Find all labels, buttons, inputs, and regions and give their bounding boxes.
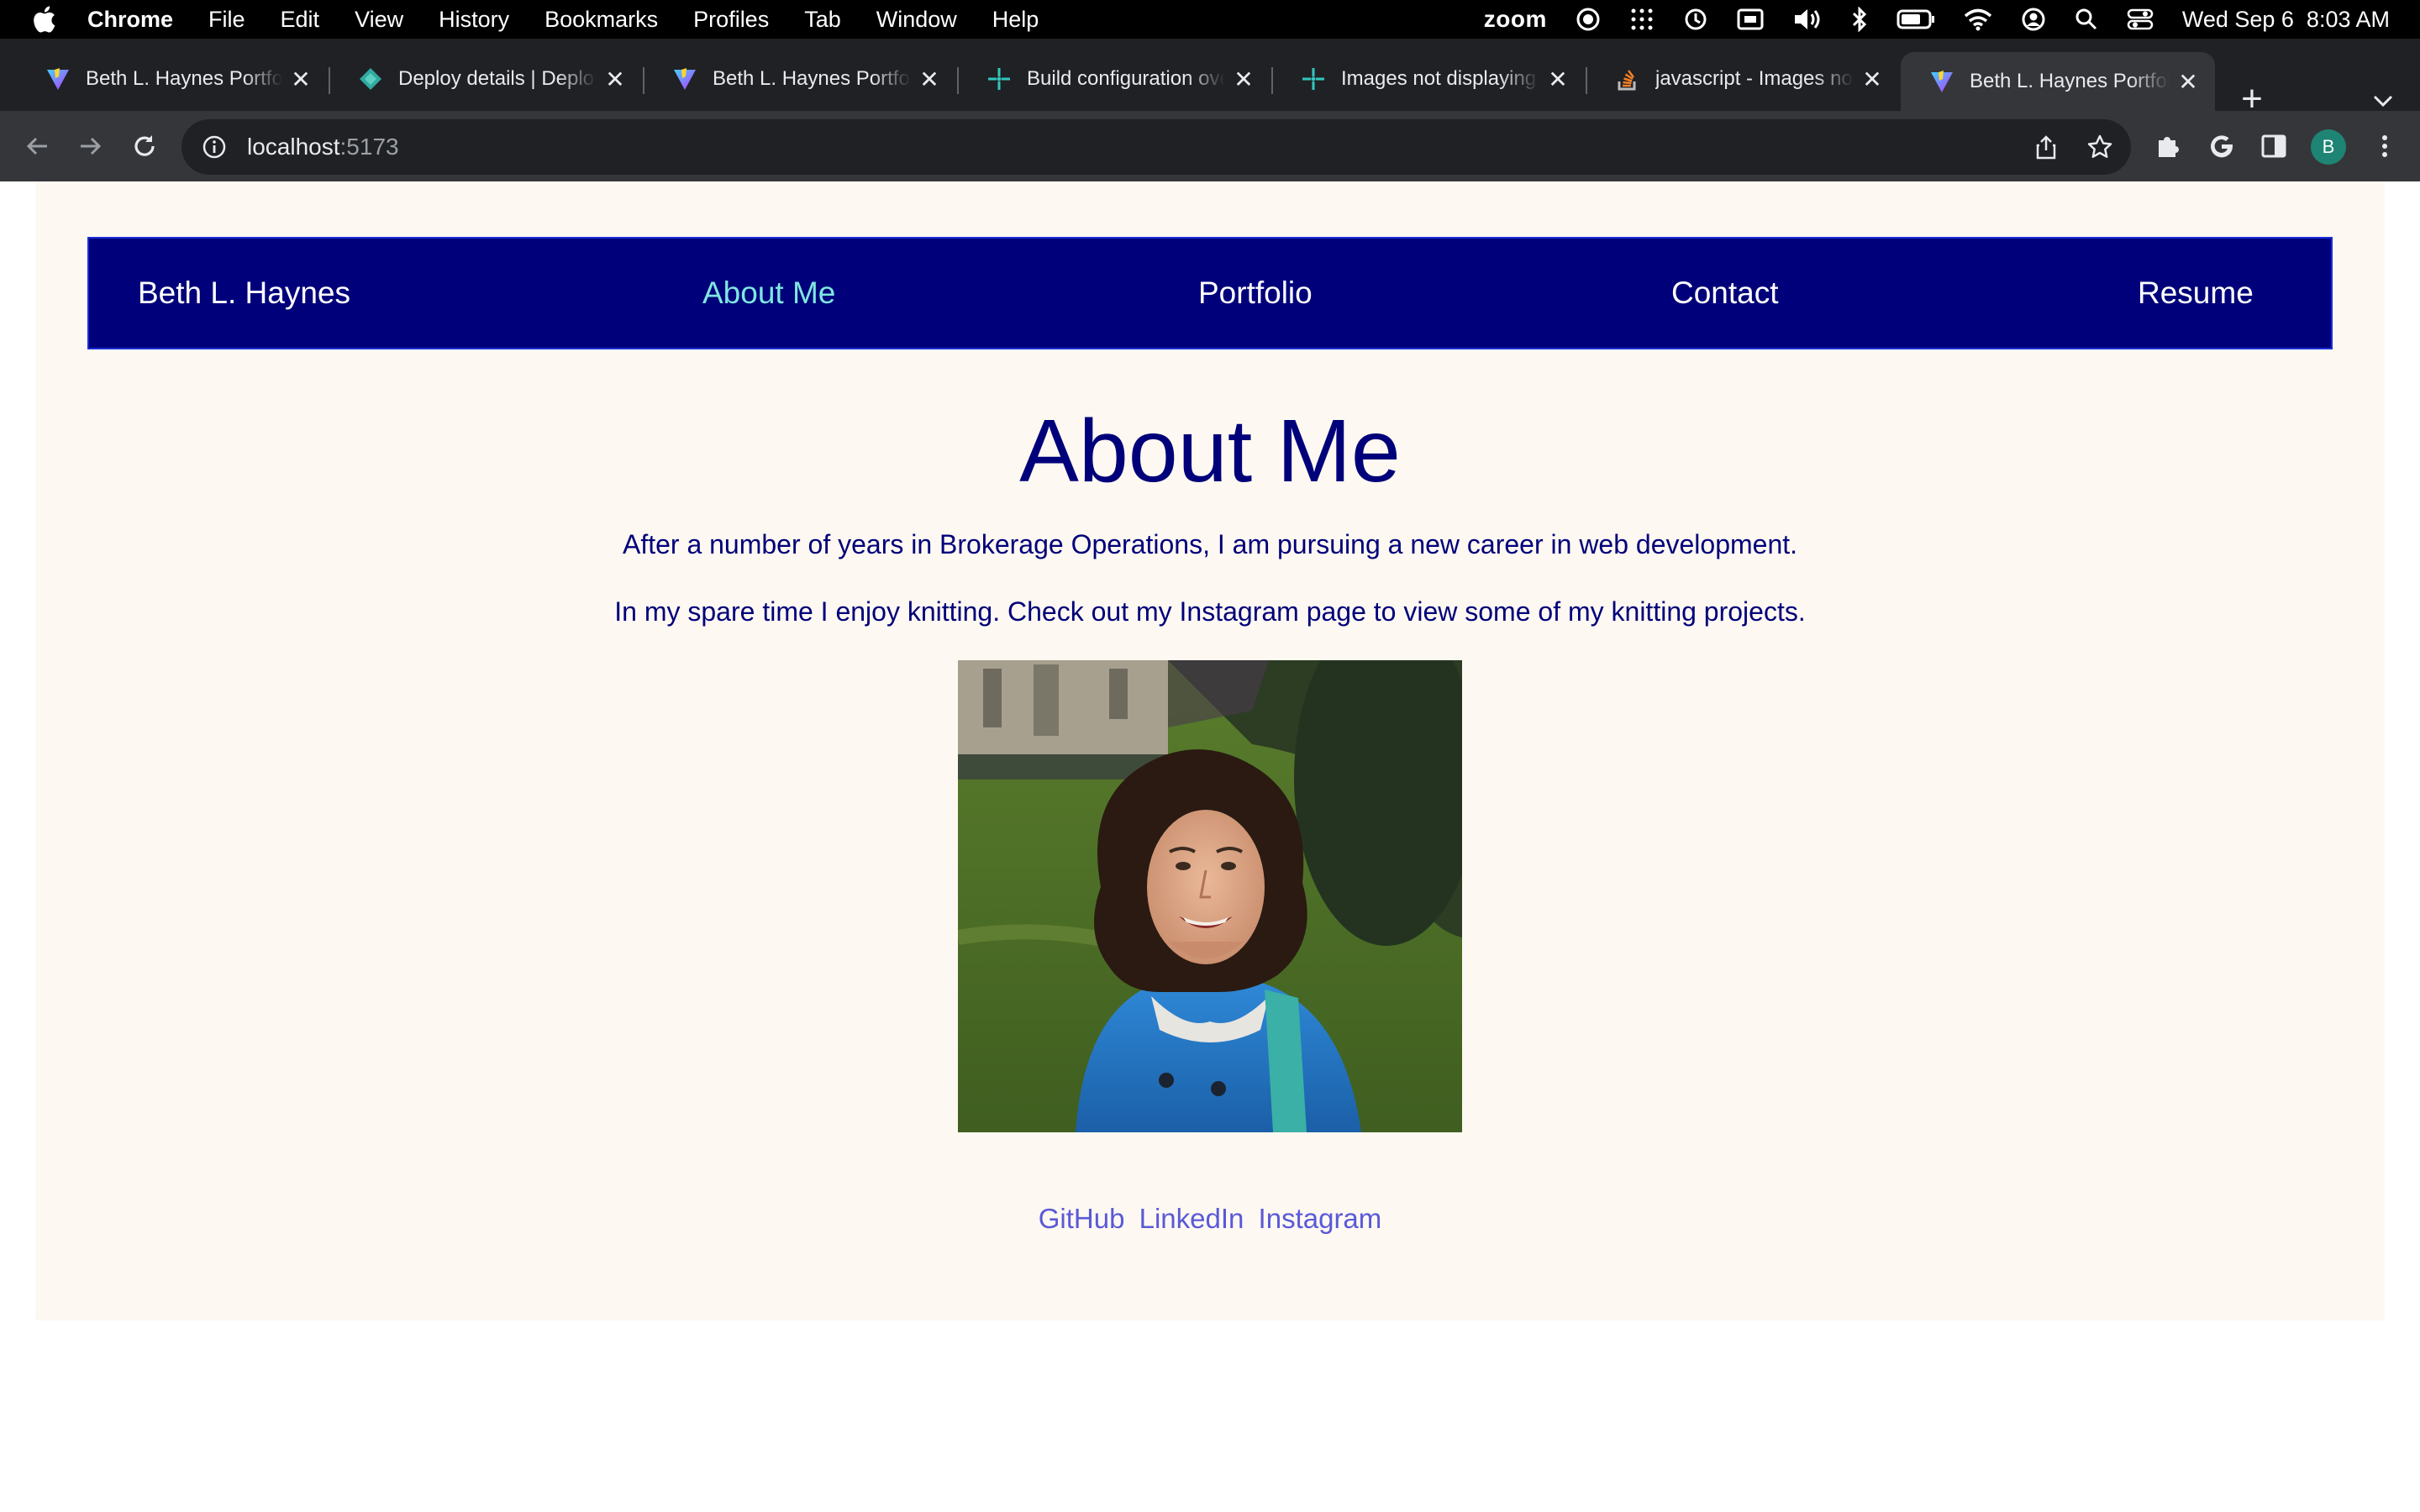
os-menubar: Chrome File Edit View History Bookmarks … <box>0 0 2420 39</box>
site-info-icon[interactable] <box>200 133 229 161</box>
page-title: About Me <box>1019 402 1401 501</box>
browser-tab[interactable]: Build configuration overview ✕ <box>958 55 1270 102</box>
spotlight-search-icon[interactable] <box>2075 8 2098 31</box>
menu-history[interactable]: History <box>439 7 509 33</box>
close-tab-icon[interactable]: ✕ <box>1232 66 1255 92</box>
bookmark-star-icon[interactable] <box>2086 133 2114 161</box>
side-panel-icon[interactable] <box>2259 131 2289 161</box>
close-tab-icon[interactable]: ✕ <box>603 66 627 92</box>
control-center-icon[interactable] <box>2127 8 2154 31</box>
nav-link-portfolio[interactable]: Portfolio <box>1198 239 1313 348</box>
netlify-icon <box>358 66 383 92</box>
close-tab-icon[interactable]: ✕ <box>2176 69 2200 95</box>
tab-title: Beth L. Haynes Portfolio <box>713 67 911 90</box>
vite-icon <box>45 66 71 92</box>
forward-arrow-icon[interactable] <box>71 126 111 166</box>
menu-view[interactable]: View <box>355 7 403 33</box>
menu-profiles[interactable]: Profiles <box>693 7 769 33</box>
browser-tab-active[interactable]: Beth L. Haynes Portfolio ✕ <box>1901 52 2215 111</box>
url-port: :5173 <box>339 134 399 160</box>
profile-avatar[interactable]: B <box>2311 129 2346 165</box>
browser-toolbar: localhost:5173 B <box>0 111 2420 181</box>
time-machine-icon[interactable] <box>1683 7 1708 32</box>
instagram-link[interactable]: Instagram <box>1259 1203 1382 1234</box>
tab-title: Beth L. Haynes Portfolio <box>86 67 282 90</box>
netlify-sparkle-icon <box>1301 66 1326 92</box>
menubar-status-area: zoom Wed Sep 6 8:03 AM <box>1455 0 2390 39</box>
menu-help[interactable]: Help <box>992 7 1039 33</box>
menu-edit[interactable]: Edit <box>281 7 320 33</box>
browser-tab-strip: Beth L. Haynes Portfolio ✕ Deploy detail… <box>0 39 2420 118</box>
url-host: localhost <box>247 134 340 160</box>
nav-link-resume[interactable]: Resume <box>2138 239 2254 348</box>
stackoverflow-icon <box>1615 66 1640 92</box>
profile-photo <box>958 660 1462 1132</box>
browser-tab[interactable]: Images not displaying ✕ <box>1272 55 1585 102</box>
more-menu-icon[interactable] <box>2370 131 2400 161</box>
vite-icon <box>1929 69 1954 94</box>
wifi-icon[interactable] <box>1964 8 1992 31</box>
tab-title: Beth L. Haynes Portfolio <box>1970 70 2170 92</box>
menubar-datetime[interactable]: Wed Sep 6 8:03 AM <box>2182 7 2390 33</box>
google-g-icon[interactable] <box>2207 131 2237 161</box>
address-bar[interactable]: localhost:5173 <box>182 119 2131 175</box>
close-tab-icon[interactable]: ✕ <box>918 66 941 92</box>
extensions-puzzle-icon[interactable] <box>2153 131 2183 161</box>
linkedin-link[interactable]: LinkedIn <box>1139 1203 1244 1234</box>
user-account-icon[interactable] <box>2021 7 2046 32</box>
menu-file[interactable]: File <box>208 7 245 33</box>
close-tab-icon[interactable]: ✕ <box>1546 66 1570 92</box>
menu-window[interactable]: Window <box>876 7 957 33</box>
vite-icon <box>672 66 697 92</box>
page-viewport: Beth L. Haynes About Me Portfolio Contac… <box>0 181 2420 1512</box>
reload-icon[interactable] <box>124 126 165 166</box>
grid-dots-icon[interactable] <box>1629 7 1655 32</box>
battery-icon[interactable] <box>1897 8 1935 30</box>
browser-tab[interactable]: Beth L. Haynes Portfolio ✕ <box>644 55 956 102</box>
netlify-sparkle-icon <box>986 66 1012 92</box>
url-text[interactable]: localhost:5173 <box>247 134 399 160</box>
tab-title: javascript - Images not <box>1655 67 1854 90</box>
tab-title: Deploy details | Deploy <box>398 67 597 90</box>
tab-title: Build configuration overview <box>1027 67 1225 90</box>
tab-title: Images not displaying <box>1341 67 1537 90</box>
nav-link-contact[interactable]: Contact <box>1671 239 1779 348</box>
display-icon[interactable] <box>1737 8 1764 31</box>
bluetooth-icon[interactable] <box>1851 7 1868 32</box>
social-links: GitHub LinkedIn Instagram <box>0 1203 2420 1235</box>
apple-icon[interactable] <box>32 6 57 33</box>
browser-tab[interactable]: Deploy details | Deploy ✕ <box>329 55 642 102</box>
back-arrow-icon[interactable] <box>17 126 57 166</box>
menu-tab[interactable]: Tab <box>804 7 841 33</box>
volume-icon[interactable] <box>1792 7 1823 32</box>
browser-tab[interactable]: javascript - Images not ✕ <box>1586 55 1899 102</box>
share-icon[interactable] <box>2032 133 2060 161</box>
close-tab-icon[interactable]: ✕ <box>289 66 313 92</box>
menu-app-name[interactable]: Chrome <box>87 7 173 33</box>
hobby-paragraph: In my spare time I enjoy knitting. Check… <box>614 596 1806 627</box>
nav-link-about[interactable]: About Me <box>702 239 835 348</box>
nav-brand-link[interactable]: Beth L. Haynes <box>138 239 350 348</box>
browser-tab[interactable]: Beth L. Haynes Portfolio ✕ <box>17 55 328 102</box>
close-tab-icon[interactable]: ✕ <box>1860 66 1884 92</box>
site-navbar: Beth L. Haynes About Me Portfolio Contac… <box>87 237 2333 349</box>
github-link[interactable]: GitHub <box>1039 1203 1125 1234</box>
menu-bookmarks[interactable]: Bookmarks <box>544 7 658 33</box>
intro-paragraph: After a number of years in Brokerage Ope… <box>622 529 1798 559</box>
record-icon[interactable] <box>1576 7 1601 32</box>
zoom-status-item[interactable]: zoom <box>1484 6 1547 33</box>
